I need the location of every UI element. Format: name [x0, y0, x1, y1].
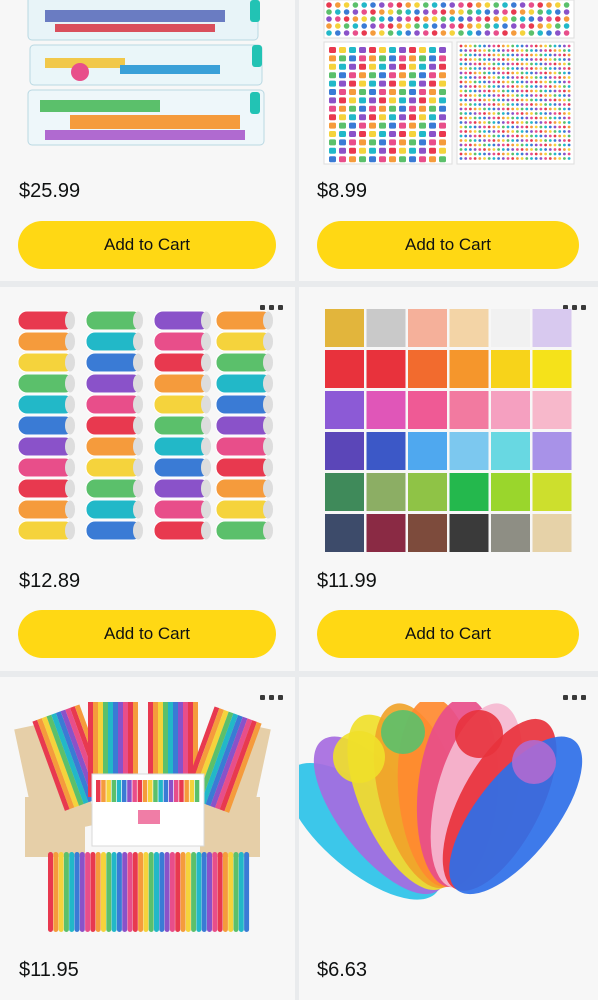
product-image[interactable] [0, 0, 295, 165]
product-image[interactable] [299, 697, 598, 932]
product-image[interactable] [299, 303, 598, 558]
product-card[interactable]: $8.99 Add to Cart [299, 0, 598, 281]
product-card[interactable]: $11.95 [0, 677, 295, 1000]
product-grid: $25.99 Add to Cart $8.99 Add to Cart $12… [0, 0, 598, 1000]
product-image[interactable] [299, 0, 598, 165]
product-price: $11.99 [317, 570, 377, 592]
add-to-cart-button[interactable]: Add to Cart [317, 221, 579, 269]
product-price: $12.89 [19, 570, 81, 592]
product-card[interactable]: $11.99 Add to Cart [299, 287, 598, 671]
product-price: $6.63 [317, 959, 368, 981]
product-price: $25.99 [19, 180, 81, 202]
product-card[interactable]: $25.99 Add to Cart [0, 0, 295, 281]
add-to-cart-button[interactable]: Add to Cart [18, 610, 276, 658]
product-image[interactable] [0, 702, 295, 932]
add-to-cart-button[interactable]: Add to Cart [317, 610, 579, 658]
add-to-cart-button[interactable]: Add to Cart [18, 221, 276, 269]
product-card[interactable]: $6.63 [299, 677, 598, 1000]
product-price: $11.95 [19, 959, 79, 981]
product-price: $8.99 [317, 180, 368, 202]
product-image[interactable] [0, 303, 295, 558]
product-card[interactable]: $12.89 Add to Cart [0, 287, 295, 671]
